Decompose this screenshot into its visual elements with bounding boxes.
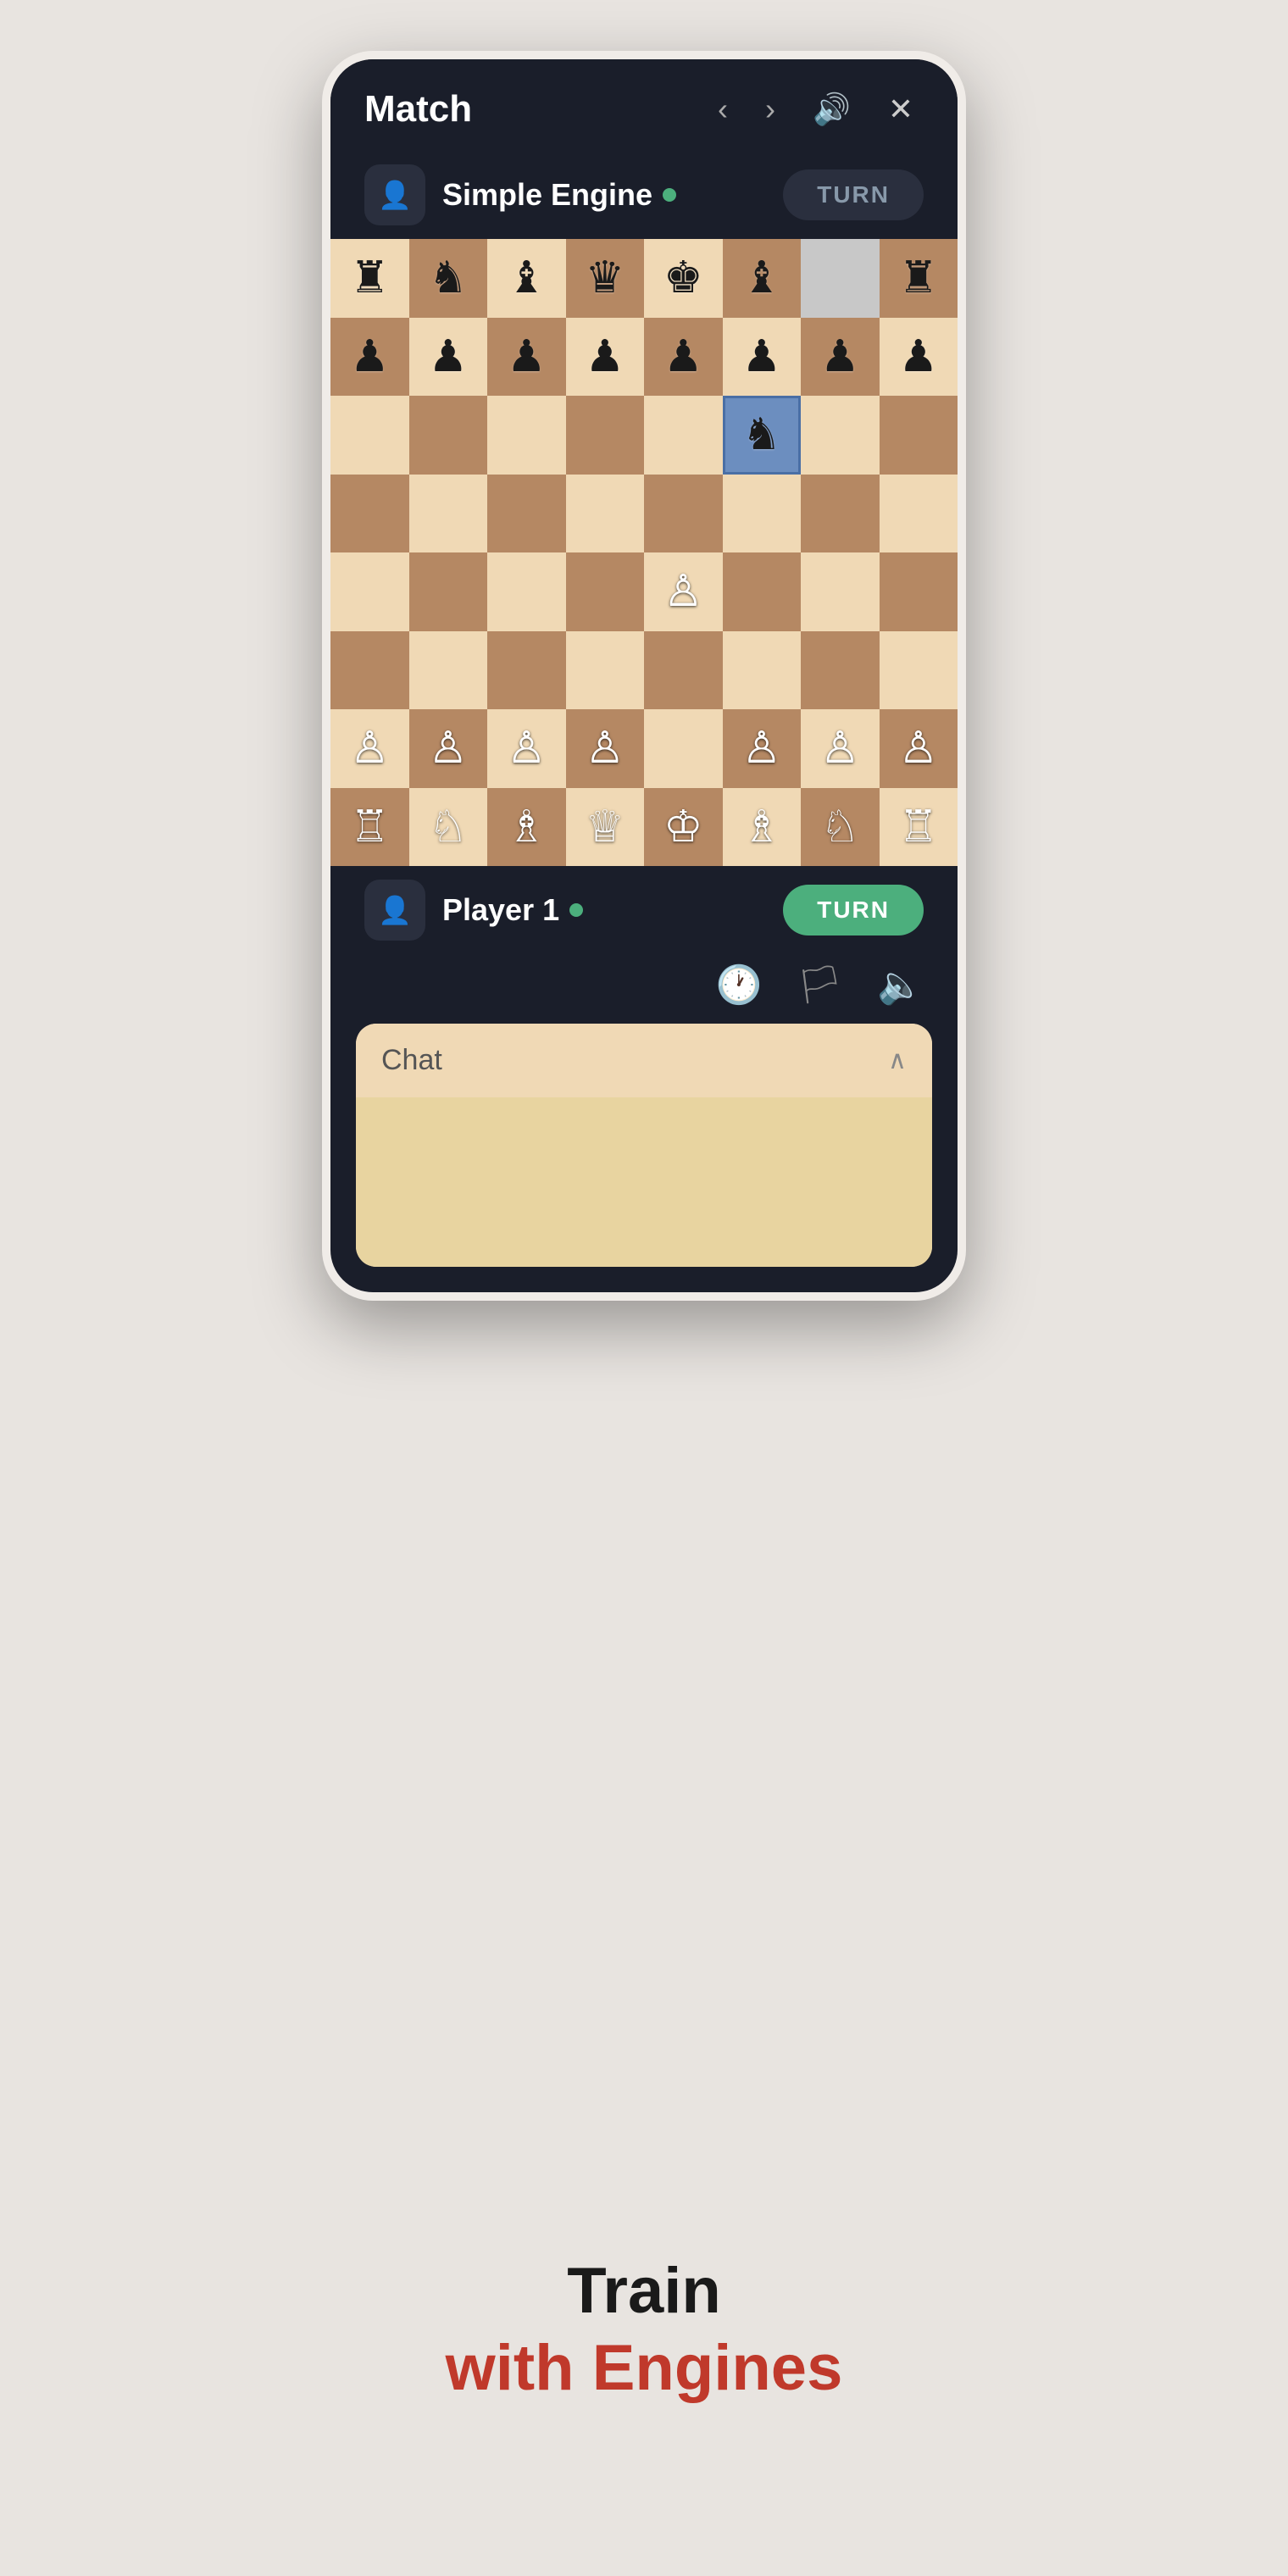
table-row[interactable]: [801, 239, 880, 318]
table-row[interactable]: [409, 552, 488, 631]
player-turn-button[interactable]: TURN: [783, 885, 924, 935]
table-row[interactable]: [801, 396, 880, 475]
table-row[interactable]: ♙: [880, 709, 958, 788]
chat-label: Chat: [381, 1044, 442, 1077]
table-row[interactable]: [487, 631, 566, 710]
chess-board[interactable]: ♜♞♝♛♚♝♜♟♟♟♟♟♟♟♟♞♙♙♙♙♙♙♙♙♖♘♗♕♔♗♘♖: [330, 239, 958, 866]
table-row[interactable]: ♙: [723, 709, 802, 788]
table-row[interactable]: [801, 475, 880, 553]
table-row[interactable]: ♟: [723, 318, 802, 397]
table-row[interactable]: ♟: [801, 318, 880, 397]
table-row[interactable]: ♟: [409, 318, 488, 397]
table-row[interactable]: ♟: [880, 318, 958, 397]
phone-inner: Match ‹ › 🔊 ✕ 👤 Simple Engine TURN ♜♞♝♛♚…: [330, 59, 958, 1292]
table-row[interactable]: ♖: [880, 788, 958, 867]
sound-button[interactable]: 🔊: [802, 85, 861, 134]
table-row[interactable]: [644, 475, 723, 553]
tagline-line1: Train: [322, 2252, 966, 2329]
table-row[interactable]: [487, 552, 566, 631]
opponent-avatar: 👤: [364, 164, 425, 225]
table-row[interactable]: [566, 552, 645, 631]
chat-header: Chat ∧: [356, 1024, 932, 1097]
player-avatar-icon: 👤: [378, 894, 412, 926]
table-row[interactable]: [801, 631, 880, 710]
opponent-name: Simple Engine: [442, 177, 766, 213]
table-row[interactable]: [409, 396, 488, 475]
table-row[interactable]: ♚: [644, 239, 723, 318]
table-row[interactable]: [330, 396, 409, 475]
table-row[interactable]: [880, 396, 958, 475]
table-row[interactable]: [330, 552, 409, 631]
table-row[interactable]: ♔: [644, 788, 723, 867]
table-row[interactable]: ♘: [801, 788, 880, 867]
table-row[interactable]: [880, 552, 958, 631]
table-row[interactable]: ♟: [330, 318, 409, 397]
table-row[interactable]: [409, 631, 488, 710]
phone-wrapper: Match ‹ › 🔊 ✕ 👤 Simple Engine TURN ♜♞♝♛♚…: [322, 51, 966, 1301]
table-row[interactable]: ♝: [723, 239, 802, 318]
table-row[interactable]: [723, 475, 802, 553]
table-row[interactable]: ♞: [723, 396, 802, 475]
table-row[interactable]: ♕: [566, 788, 645, 867]
opponent-turn-button[interactable]: TURN: [783, 169, 924, 220]
table-row[interactable]: ♜: [880, 239, 958, 318]
player-avatar: 👤: [364, 880, 425, 941]
table-row[interactable]: ♙: [801, 709, 880, 788]
table-row[interactable]: [880, 631, 958, 710]
table-row[interactable]: ♗: [723, 788, 802, 867]
clock-icon[interactable]: 🕐: [716, 963, 763, 1007]
table-row[interactable]: [566, 396, 645, 475]
table-row[interactable]: ♟: [644, 318, 723, 397]
table-row[interactable]: [330, 475, 409, 553]
opponent-status-dot: [663, 188, 676, 202]
table-row[interactable]: [566, 475, 645, 553]
page-title: Match: [364, 88, 691, 130]
table-row[interactable]: ♟: [487, 318, 566, 397]
player-name: Player 1: [442, 892, 766, 928]
table-row[interactable]: [723, 631, 802, 710]
table-row[interactable]: ♖: [330, 788, 409, 867]
table-row[interactable]: ♝: [487, 239, 566, 318]
table-row[interactable]: ♗: [487, 788, 566, 867]
tagline-line2: with Engines: [322, 2329, 966, 2407]
table-row[interactable]: ♛: [566, 239, 645, 318]
table-row[interactable]: [409, 475, 488, 553]
table-row[interactable]: ♞: [409, 239, 488, 318]
speaker-icon[interactable]: 🔈: [877, 963, 924, 1007]
table-row[interactable]: [330, 631, 409, 710]
flag-icon[interactable]: 🏳: [796, 963, 843, 1007]
table-row[interactable]: [880, 475, 958, 553]
table-row[interactable]: [644, 709, 723, 788]
match-header: Match ‹ › 🔊 ✕: [330, 59, 958, 151]
player-row: 👤 Player 1 TURN: [330, 866, 958, 954]
table-row[interactable]: ♙: [644, 552, 723, 631]
table-row[interactable]: [487, 396, 566, 475]
table-row[interactable]: ♟: [566, 318, 645, 397]
table-row[interactable]: [644, 631, 723, 710]
table-row[interactable]: ♜: [330, 239, 409, 318]
table-row[interactable]: [487, 475, 566, 553]
forward-button[interactable]: ›: [755, 85, 786, 134]
table-row[interactable]: [644, 396, 723, 475]
table-row[interactable]: ♙: [330, 709, 409, 788]
table-row[interactable]: ♙: [487, 709, 566, 788]
table-row[interactable]: ♙: [566, 709, 645, 788]
action-row: 🕐 🏳 🔈: [330, 954, 958, 1024]
tagline-section: Train with Engines: [322, 2252, 966, 2407]
opponent-row: 👤 Simple Engine TURN: [330, 151, 958, 239]
avatar-icon: 👤: [378, 179, 412, 211]
bottom-promo-section: [0, 2034, 1288, 2203]
chat-toggle-button[interactable]: ∧: [888, 1046, 907, 1075]
chat-panel: Chat ∧: [356, 1024, 932, 1267]
table-row[interactable]: ♘: [409, 788, 488, 867]
player-status-dot: [569, 903, 583, 917]
table-row[interactable]: [566, 631, 645, 710]
table-row[interactable]: [801, 552, 880, 631]
chat-body[interactable]: [356, 1097, 932, 1267]
table-row[interactable]: [723, 552, 802, 631]
back-button[interactable]: ‹: [708, 85, 738, 134]
close-button[interactable]: ✕: [878, 85, 924, 134]
table-row[interactable]: ♙: [409, 709, 488, 788]
